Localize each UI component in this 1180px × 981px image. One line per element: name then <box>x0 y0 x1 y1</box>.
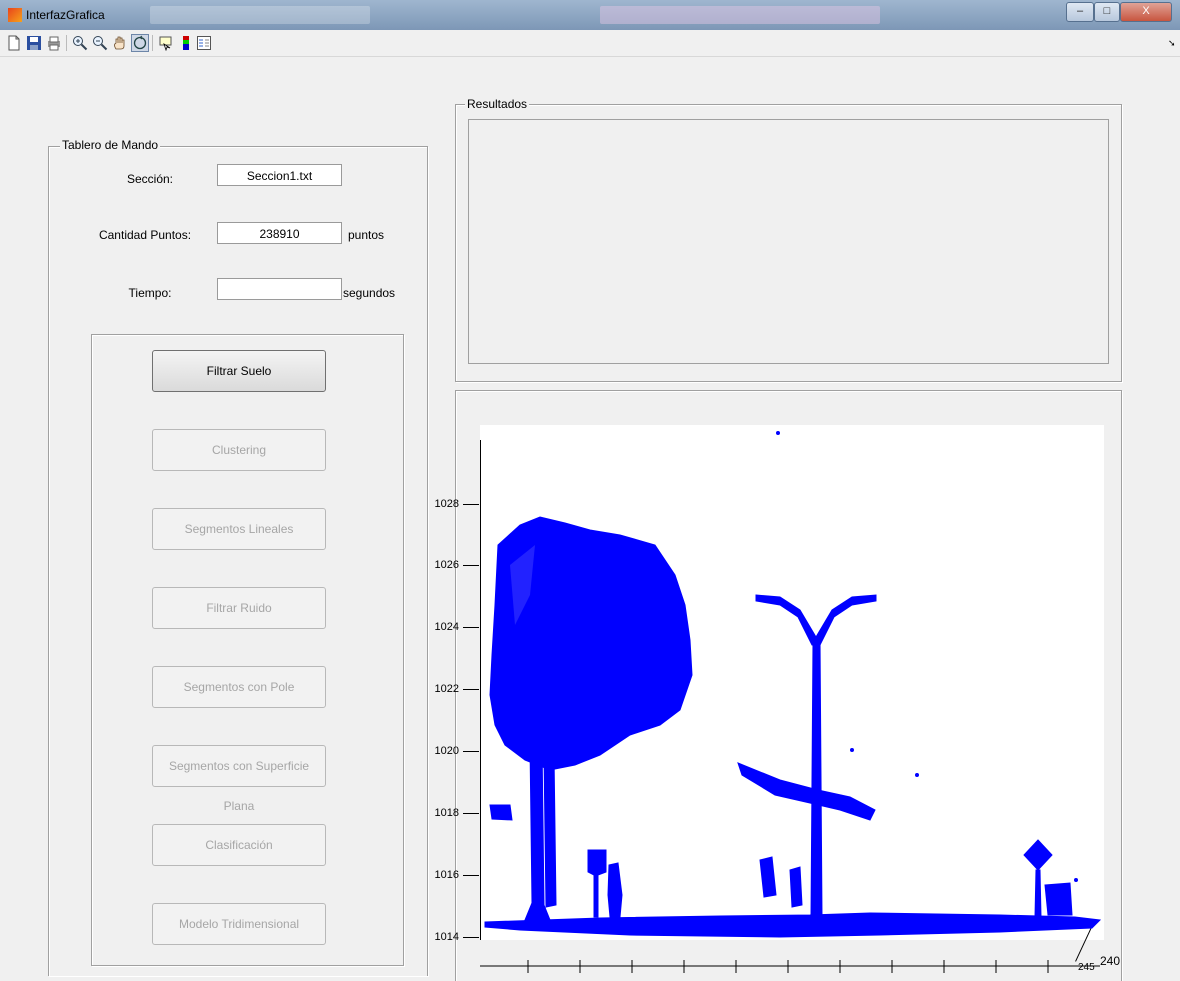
cantidad-puntos-label: Cantidad Puntos: <box>98 228 192 242</box>
y-tick-label: 1026 <box>434 559 459 571</box>
cantidad-puntos-field[interactable]: 238910 <box>217 222 342 244</box>
ground-points <box>484 912 1102 938</box>
y-tick-mark <box>463 689 479 690</box>
puntos-unit: puntos <box>348 228 385 242</box>
new-file-icon[interactable] <box>6 35 22 51</box>
background-window-tab <box>600 6 880 24</box>
figure-toolbar: ➘ <box>0 30 1180 57</box>
modelo-tridimensional-button[interactable]: Modelo Tridimensional <box>152 903 326 945</box>
save-icon[interactable] <box>26 35 42 51</box>
tiempo-label: Tiempo: <box>128 286 172 300</box>
window-title: InterfazGrafica <box>26 8 105 22</box>
side-branch-points <box>489 804 513 821</box>
right-bush-points <box>1044 882 1073 916</box>
zoom-out-icon[interactable] <box>92 35 108 51</box>
sign-points <box>587 849 607 918</box>
segmentos-lineales-button[interactable]: Segmentos Lineales <box>152 508 326 550</box>
shrub-points <box>789 866 803 908</box>
lamp-pole-points <box>810 639 823 918</box>
lamp-head-points <box>755 594 877 646</box>
y-tick-mark <box>463 627 479 628</box>
data-cursor-icon[interactable] <box>158 35 174 51</box>
colorbar-icon[interactable] <box>178 35 194 51</box>
clasificacion-button[interactable]: Clasificación <box>152 824 326 866</box>
close-button[interactable]: X <box>1120 2 1172 22</box>
y-tick-mark <box>463 813 479 814</box>
tree-canopy-points <box>489 516 693 771</box>
seccion-field[interactable]: Seccion1.txt <box>217 164 342 186</box>
rotate-3d-icon[interactable] <box>131 34 149 52</box>
clustering-button[interactable]: Clustering <box>152 429 326 471</box>
hedge-branch-points <box>737 762 876 821</box>
y-tick-label: 1014 <box>434 931 459 943</box>
legend-icon[interactable] <box>196 35 212 51</box>
toolbar-overflow-icon[interactable]: ➘ <box>1168 38 1176 49</box>
filtrar-suelo-button[interactable]: Filtrar Suelo <box>152 350 326 392</box>
resultados-title: Resultados <box>465 97 530 111</box>
y-tick-label: 1020 <box>434 745 459 757</box>
y-tick-mark <box>463 875 479 876</box>
y-tick-mark <box>463 937 479 938</box>
stray-point <box>850 748 854 752</box>
stray-point <box>915 773 919 777</box>
y-tick-mark <box>463 565 479 566</box>
segundos-unit: segundos <box>343 286 396 300</box>
print-icon[interactable] <box>46 35 62 51</box>
stray-point <box>776 431 780 435</box>
window-titlebar: InterfazGrafica – □ X <box>0 0 1180 30</box>
shrub-points <box>759 856 777 898</box>
point-cloud-plot <box>484 431 1102 938</box>
right-sign-points <box>1023 839 1053 871</box>
minimize-button[interactable]: – <box>1066 2 1094 22</box>
background-window-blur <box>150 6 370 24</box>
y-tick-label: 1022 <box>434 683 459 695</box>
pan-hand-icon[interactable] <box>112 35 128 51</box>
x-axis <box>480 960 1100 973</box>
y-tick-label: 1018 <box>434 807 459 819</box>
y-tick-label: 1028 <box>434 498 459 510</box>
zoom-in-icon[interactable] <box>72 35 88 51</box>
bollard-points <box>607 862 623 918</box>
y-tick-mark <box>463 504 479 505</box>
toolbar-separator <box>66 35 67 51</box>
toolbar-separator <box>152 35 153 51</box>
filtrar-ruido-button[interactable]: Filtrar Ruido <box>152 587 326 629</box>
segmentos-pole-button[interactable]: Segmentos con Pole <box>152 666 326 708</box>
matlab-app-icon <box>8 8 22 22</box>
resultados-display <box>468 119 1109 364</box>
tree-trunk-points <box>543 754 557 908</box>
seccion-label: Sección: <box>126 172 174 186</box>
tablero-title: Tablero de Mando <box>60 138 161 152</box>
tiempo-field[interactable] <box>217 278 342 300</box>
maximize-button[interactable]: □ <box>1094 2 1120 22</box>
y-tick-mark <box>463 751 479 752</box>
stray-point <box>1074 878 1078 882</box>
right-sign-pole-points <box>1034 869 1042 918</box>
segmentos-superficie-plana-button[interactable]: Segmentos con Superficie Plana <box>152 745 326 813</box>
y-tick-label: 1016 <box>434 869 459 881</box>
y-tick-label: 1024 <box>434 621 459 633</box>
